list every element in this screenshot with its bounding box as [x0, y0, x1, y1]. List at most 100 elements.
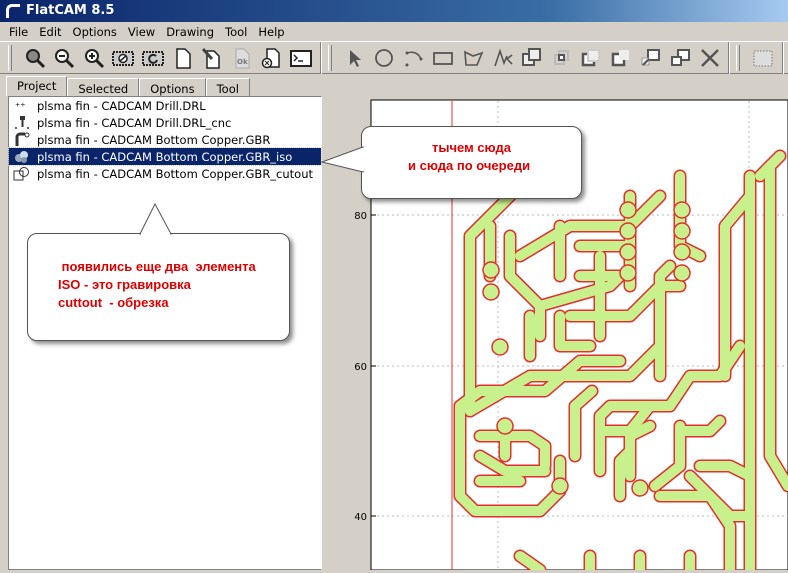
toolbar-grip[interactable]: [327, 44, 332, 71]
project-item-label: plsma fin - CADCAM Bottom Copper.GBR: [37, 132, 271, 147]
select-button[interactable]: [340, 44, 370, 72]
menu-edit[interactable]: Edit: [34, 22, 67, 41]
geometry-icon: [13, 149, 31, 164]
zoom-fit-icon: [25, 48, 45, 68]
project-item[interactable]: ⁺⁺ plsma fin - CADCAM Drill.DRL: [9, 97, 321, 114]
project-item[interactable]: plsma fin - CADCAM Drill.DRL_cnc: [9, 114, 321, 131]
gerber-icon: [13, 132, 31, 147]
menu-bar: File Edit Options View Drawing Tool Help: [0, 22, 788, 41]
grid-snap-icon: [753, 50, 773, 66]
grid-snap-button[interactable]: [748, 44, 778, 72]
callout-line: тычем сюда: [432, 140, 511, 155]
pcb-pad: [491, 338, 509, 356]
clear-plot-button[interactable]: [109, 44, 139, 72]
tab-selected[interactable]: Selected: [67, 78, 140, 96]
toolbar-separator: [319, 41, 322, 74]
path-icon: [493, 47, 513, 66]
shell-icon: [290, 49, 313, 67]
zoom-out-icon: [55, 48, 75, 68]
delete-shape-button[interactable]: [695, 44, 725, 72]
tab-project[interactable]: Project: [6, 76, 68, 96]
arc-icon: [405, 51, 423, 66]
open-button[interactable]: [197, 44, 227, 72]
subtract-icon: [582, 48, 601, 66]
arc-button[interactable]: [399, 44, 429, 72]
zoom-fit-button[interactable]: [20, 44, 50, 72]
intersection-button[interactable]: [547, 44, 577, 72]
ok-button[interactable]: Ok: [227, 44, 257, 72]
copy-icon: [671, 48, 691, 66]
callout-right: тычем сюда и сюда по очереди: [361, 126, 582, 199]
move-button[interactable]: [636, 44, 666, 72]
delete-button[interactable]: [257, 44, 287, 72]
replot-button[interactable]: [138, 44, 168, 72]
callout-left: появились еще два элемента ISO - это гра…: [27, 233, 290, 341]
pcb-pad: [482, 261, 500, 279]
delete-icon: [262, 47, 281, 68]
pcb-pad: [673, 201, 691, 219]
rectangle-button[interactable]: [429, 44, 459, 72]
copy-button[interactable]: [665, 44, 695, 72]
menu-drawing[interactable]: Drawing: [161, 22, 220, 41]
path-button[interactable]: [488, 44, 518, 72]
zoom-out-button[interactable]: [50, 44, 80, 72]
subtract-alt-icon: [611, 49, 629, 66]
y-tick-label: 80: [354, 211, 367, 222]
y-tick-label: 40: [354, 512, 367, 523]
intersection-icon: [553, 49, 569, 65]
subtract-button[interactable]: [577, 44, 607, 72]
pcb-pad: [619, 222, 637, 240]
pcb-pad: [482, 283, 500, 301]
menu-options[interactable]: Options: [68, 22, 123, 41]
project-item[interactable]: plsma fin - CADCAM Bottom Copper.GBR_cut…: [9, 165, 321, 182]
drill-icon: ⁺⁺: [13, 98, 31, 113]
menu-file[interactable]: File: [4, 22, 34, 41]
polygon-icon: [464, 50, 484, 66]
menu-help[interactable]: Help: [253, 22, 290, 41]
toolbar-grip[interactable]: [8, 44, 12, 71]
pcb-pad: [673, 243, 691, 261]
project-item-label: plsma fin - CADCAM Drill.DRL: [37, 98, 206, 113]
pcb-pad: [619, 243, 637, 261]
menu-tool[interactable]: Tool: [220, 22, 253, 41]
zoom-in-button[interactable]: [79, 44, 109, 72]
union-icon: [522, 47, 542, 66]
menu-view[interactable]: View: [123, 22, 161, 41]
callout-left-pointer: [139, 203, 172, 235]
project-item-label: plsma fin - CADCAM Drill.DRL_cnc: [37, 115, 232, 130]
project-item-label: plsma fin - CADCAM Bottom Copper.GBR_cut…: [37, 166, 314, 181]
polygon-button[interactable]: [458, 44, 488, 72]
tab-options[interactable]: Options: [139, 78, 206, 96]
project-item-label: plsma fin - CADCAM Bottom Copper.GBR_iso: [37, 149, 293, 164]
pcb-pad: [631, 479, 649, 497]
circle-button[interactable]: [369, 44, 399, 72]
window-title: FlatCAM 8.5: [26, 3, 115, 18]
notebook-tabs: Project Selected Options Tool: [6, 76, 250, 96]
shell-button[interactable]: [286, 44, 316, 72]
subtract-alt-button[interactable]: [606, 44, 636, 72]
circle-icon: [375, 48, 394, 67]
pcb-pad: [619, 264, 637, 282]
svg-text:Ok: Ok: [237, 58, 248, 66]
project-item[interactable]: plsma fin - CADCAM Bottom Copper.GBR_iso: [8, 147, 322, 166]
move-icon: [641, 48, 661, 66]
callout-line: ISO - это гравировка: [58, 277, 191, 292]
toolbar-separator: [728, 41, 731, 74]
delete-shape-icon: [700, 48, 719, 67]
tab-tool[interactable]: Tool: [205, 78, 250, 96]
replot-icon: [142, 50, 165, 66]
pcb-pad: [619, 201, 637, 219]
select-icon: [349, 49, 361, 67]
svg-text:⁺⁺: ⁺⁺: [15, 102, 26, 113]
open-icon: [202, 47, 221, 69]
title-bar: FlatCAM 8.5: [0, 0, 788, 22]
pcb-pad: [673, 264, 691, 282]
new-project-button[interactable]: [168, 44, 198, 72]
callout-line: cuttout - обрезка: [58, 295, 169, 310]
cnc-icon: [13, 115, 31, 130]
toolbar: Ok: [0, 41, 788, 74]
project-item[interactable]: plsma fin - CADCAM Bottom Copper.GBR: [9, 131, 321, 148]
pcb-pad: [673, 222, 691, 240]
union-button[interactable]: [517, 44, 547, 72]
toolbar-grip[interactable]: [736, 44, 741, 71]
